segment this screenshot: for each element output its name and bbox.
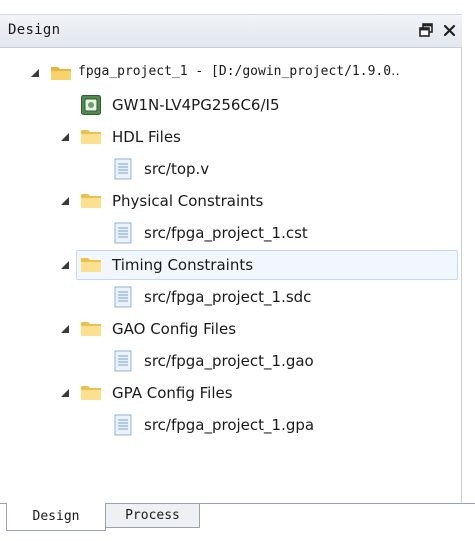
folder-icon: [81, 130, 101, 144]
folder-icon: [81, 386, 101, 400]
device-label: GW1N-LV4PG256C6/I5: [112, 96, 280, 114]
file-label: src/fpga_project_1.cst: [144, 224, 308, 242]
tree-item-file[interactable]: src/fpga_project_1.gpa: [0, 410, 462, 440]
tree-item-file[interactable]: src/fpga_project_1.gao: [0, 346, 462, 376]
tree-item-gpa-config-files[interactable]: GPA Config Files: [0, 378, 462, 408]
tree-item-project[interactable]: fpga_project_1 - [D:/gowin_project/1.9.0…: [0, 58, 462, 88]
tab-design[interactable]: Design: [6, 503, 106, 531]
folder-icon: [81, 258, 101, 272]
expand-arrow-icon[interactable]: [60, 260, 70, 270]
file-label: src/fpga_project_1.gao: [144, 352, 314, 370]
panel-tab-bar: Design Process: [0, 503, 475, 541]
file-icon: [114, 350, 132, 372]
design-panel: Design fpga_project_1 - [D:/gowin_projec…: [0, 0, 475, 541]
file-icon: [114, 414, 132, 436]
folder-icon: [81, 322, 101, 336]
project-label: fpga_project_1 - [D:/gowin_project/1.9.0…: [78, 64, 400, 79]
expand-arrow-icon[interactable]: [60, 196, 70, 206]
close-icon[interactable]: [440, 21, 458, 39]
file-label: src/fpga_project_1.gpa: [144, 416, 315, 434]
folder-icon: [81, 194, 101, 208]
file-icon: [114, 286, 132, 308]
tab-process[interactable]: Process: [106, 504, 200, 528]
tree-item-gao-config-files[interactable]: GAO Config Files: [0, 314, 462, 344]
tree-item-hdl-files[interactable]: HDL Files: [0, 122, 462, 152]
tree-item-timing-constraints-content[interactable]: Timing Constraints: [0, 250, 462, 280]
tree-item-physical-constraints[interactable]: Physical Constraints: [0, 186, 462, 216]
tree-item-device[interactable]: GW1N-LV4PG256C6/I5: [0, 90, 462, 120]
folder-label: HDL Files: [112, 128, 181, 146]
file-icon: [114, 158, 132, 180]
panel-title: Design: [8, 22, 61, 38]
panel-titlebar: Design: [0, 14, 462, 48]
design-tree[interactable]: fpga_project_1 - [D:/gowin_project/1.9.0…: [0, 48, 462, 503]
chip-icon: [81, 95, 101, 115]
tree-item-file[interactable]: src/top.v: [0, 154, 462, 184]
folder-label: Timing Constraints: [112, 256, 254, 274]
expand-arrow-icon[interactable]: [60, 388, 70, 398]
expand-arrow-icon[interactable]: [60, 324, 70, 334]
project-folder-icon: [51, 67, 71, 80]
folder-label: GAO Config Files: [112, 320, 237, 338]
tree-item-file[interactable]: src/fpga_project_1.cst: [0, 218, 462, 248]
expand-arrow-icon[interactable]: [60, 132, 70, 142]
expand-arrow-icon[interactable]: [30, 68, 40, 78]
tree-item-file[interactable]: src/fpga_project_1.sdc: [0, 282, 462, 312]
file-icon: [114, 222, 132, 244]
folder-label: GPA Config Files: [112, 384, 233, 402]
file-label: src/fpga_project_1.sdc: [144, 288, 312, 306]
folder-label: Physical Constraints: [112, 192, 264, 210]
file-label: src/top.v: [144, 160, 210, 178]
float-window-icon[interactable]: [417, 21, 435, 39]
